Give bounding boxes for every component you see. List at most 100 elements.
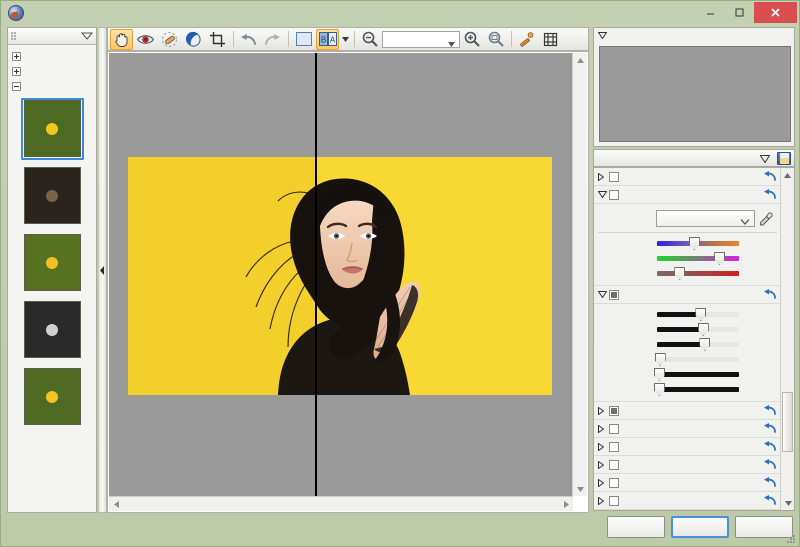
filter-row-black-and-white-film[interactable] xyxy=(594,438,781,456)
save-preset-icon[interactable] xyxy=(777,152,791,165)
slider-highlights[interactable] xyxy=(594,367,781,382)
eyedropper-icon[interactable] xyxy=(755,212,777,226)
preset-bw-contrast[interactable] xyxy=(21,299,84,361)
split-view-button[interactable]: B A xyxy=(316,28,339,50)
expand-triangle-icon[interactable] xyxy=(598,406,609,415)
revert-arrow-icon[interactable] xyxy=(764,422,777,437)
filters-scrollbar-thumb[interactable] xyxy=(782,392,793,452)
canvas-vertical-scrollbar[interactable] xyxy=(572,53,587,496)
preset-sharpen[interactable] xyxy=(21,366,84,428)
tree-item-lighting[interactable] xyxy=(12,49,93,64)
slider-track[interactable] xyxy=(657,252,739,265)
expand-triangle-icon[interactable] xyxy=(598,496,609,505)
filter-checkbox[interactable] xyxy=(609,405,619,416)
slider-knob[interactable] xyxy=(653,383,665,396)
chevron-down-icon[interactable] xyxy=(448,38,455,50)
revert-arrow-icon[interactable] xyxy=(764,476,777,491)
slider-track[interactable] xyxy=(657,267,739,280)
filter-checkbox[interactable] xyxy=(609,171,619,182)
scroll-up-arrow-icon[interactable] xyxy=(573,53,587,67)
close-button[interactable] xyxy=(754,2,797,23)
filter-row-partial[interactable] xyxy=(594,510,781,511)
preset-colour-enhance[interactable] xyxy=(20,98,84,160)
collapse-triangle-icon[interactable] xyxy=(598,291,609,298)
expand-triangle-icon[interactable] xyxy=(598,442,609,451)
scroll-right-arrow-icon[interactable] xyxy=(559,497,573,512)
filter-row-lens-vignette[interactable] xyxy=(594,492,781,510)
triangle-down-icon[interactable] xyxy=(597,30,608,42)
scroll-left-arrow-icon[interactable] xyxy=(109,497,123,512)
preset-colour-fade[interactable] xyxy=(21,165,84,227)
expand-triangle-icon[interactable] xyxy=(598,424,609,433)
filter-checkbox[interactable] xyxy=(609,423,619,434)
revert-arrow-icon[interactable] xyxy=(764,404,777,419)
minimize-button[interactable] xyxy=(696,2,725,23)
left-panel-collapse-handle[interactable] xyxy=(99,27,107,513)
preset-xpro[interactable] xyxy=(21,232,84,294)
slider-exposure[interactable] xyxy=(594,307,781,322)
filter-checkbox[interactable] xyxy=(609,510,619,511)
slider-saturation[interactable] xyxy=(594,266,781,281)
slider-track[interactable] xyxy=(653,383,739,396)
slider-track[interactable] xyxy=(657,338,739,351)
revert-arrow-icon[interactable] xyxy=(764,494,777,509)
slider-track[interactable] xyxy=(654,353,739,366)
redo-button[interactable] xyxy=(261,29,284,50)
filter-checkbox[interactable] xyxy=(609,289,619,300)
zoom-fit-button[interactable] xyxy=(484,29,507,50)
revert-arrow-icon[interactable] xyxy=(764,458,777,473)
filters-caret-icon[interactable] xyxy=(759,154,771,166)
slider-knob[interactable] xyxy=(699,338,711,351)
collapse-minus-icon[interactable] xyxy=(12,82,21,91)
filter-row-hsl[interactable] xyxy=(594,420,781,438)
slider-tint[interactable] xyxy=(594,251,781,266)
edited-photo[interactable] xyxy=(128,157,552,395)
filter-row-white-balance[interactable] xyxy=(594,186,781,204)
before-after-split-line[interactable] xyxy=(315,53,317,496)
single-view-button[interactable] xyxy=(292,29,315,50)
slider-contrast[interactable] xyxy=(594,337,781,352)
quick-fix-button[interactable] xyxy=(515,29,538,50)
filmstrip-button[interactable] xyxy=(539,29,562,50)
collapse-triangle-icon[interactable] xyxy=(598,191,609,198)
clone-tool-button[interactable] xyxy=(182,29,205,50)
filter-checkbox[interactable] xyxy=(609,477,619,488)
filters-scrollbar[interactable] xyxy=(780,168,794,510)
cancel-button[interactable] xyxy=(735,516,793,538)
filter-checkbox[interactable] xyxy=(609,459,619,470)
expand-triangle-icon[interactable] xyxy=(598,478,609,487)
zoom-level-combobox[interactable] xyxy=(382,30,460,50)
filter-checkbox[interactable] xyxy=(609,441,619,452)
slider-knob[interactable] xyxy=(688,237,700,250)
expand-triangle-icon[interactable] xyxy=(598,510,609,511)
expand-triangle-icon[interactable] xyxy=(598,172,609,181)
scroll-up-arrow-icon[interactable] xyxy=(781,168,794,182)
zoom-in-button[interactable] xyxy=(460,29,483,50)
scroll-down-arrow-icon[interactable] xyxy=(781,496,794,510)
drag-grip-icon[interactable] xyxy=(10,31,17,42)
resize-grip[interactable] xyxy=(786,534,796,544)
filter-row-chromatic-aberration[interactable] xyxy=(594,456,781,474)
expand-triangle-icon[interactable] xyxy=(598,460,609,469)
slider-track[interactable] xyxy=(657,308,739,321)
hand-tool-button[interactable] xyxy=(110,28,133,50)
slider-track[interactable] xyxy=(657,323,739,336)
preset-select[interactable] xyxy=(656,210,755,227)
red-eye-tool-button[interactable] xyxy=(134,29,157,50)
filter-row-lens-distortion[interactable] xyxy=(594,474,781,492)
filter-row-curves[interactable] xyxy=(594,402,781,420)
help-button[interactable] xyxy=(607,516,665,538)
undo-button[interactable] xyxy=(237,29,260,50)
slider-knob[interactable] xyxy=(697,323,709,336)
revert-arrow-icon[interactable] xyxy=(764,440,777,455)
expand-plus-icon[interactable] xyxy=(12,52,21,61)
slider-knob[interactable] xyxy=(654,353,666,366)
filters-list[interactable] xyxy=(593,167,795,511)
tree-item-creative[interactable] xyxy=(12,64,93,79)
filter-checkbox[interactable] xyxy=(609,189,619,200)
expand-plus-icon[interactable] xyxy=(12,67,21,76)
revert-arrow-icon[interactable] xyxy=(764,188,777,203)
favourites-menu-icon[interactable] xyxy=(80,32,94,44)
slider-shadows[interactable] xyxy=(594,352,781,367)
canvas-horizontal-scrollbar[interactable] xyxy=(109,496,573,511)
